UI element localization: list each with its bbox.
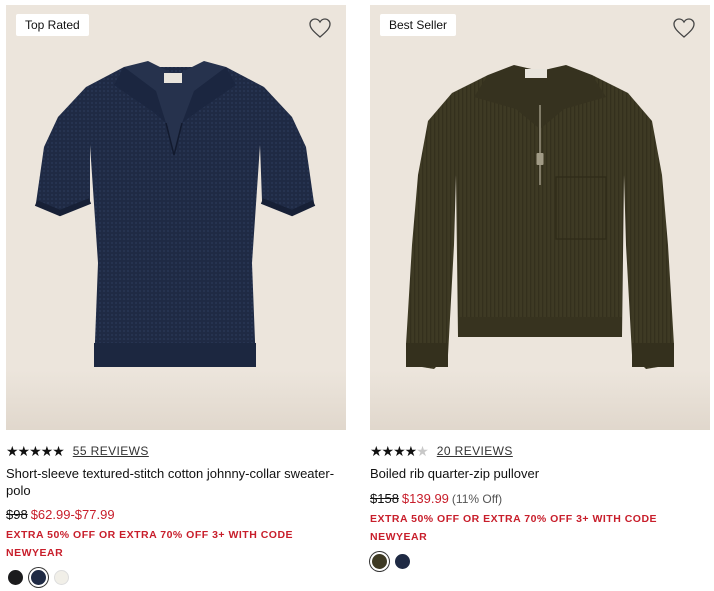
color-swatches [8,570,69,585]
original-price: $158 [370,491,399,506]
rating: ★★★★★ 55 REVIEWS [6,443,149,459]
promo-text: EXTRA 50% OFF OR EXTRA 70% OFF 3+ WITH C… [6,529,294,559]
quarter-zip-pullover-image [406,65,674,369]
product-card[interactable]: Best Seller ★★★★★ 20 REVIEWS Boiled rib … [370,5,710,569]
product-image[interactable]: Top Rated [6,5,346,430]
promo-text: EXTRA 50% OFF OR EXTRA 70% OFF 3+ WITH C… [370,513,658,543]
heart-outline-icon[interactable] [672,17,696,39]
reviews-link[interactable]: 20 REVIEWS [437,444,513,458]
color-swatch-navy[interactable] [31,570,46,585]
rating: ★★★★★ 20 REVIEWS [370,443,513,459]
product-badge: Best Seller [380,14,457,36]
color-swatch-navy[interactable] [395,554,410,569]
color-swatch-black[interactable] [8,570,23,585]
sale-price: $139.99 [401,491,449,506]
product-badge: Top Rated [16,14,89,36]
product-image[interactable]: Best Seller [370,5,710,430]
color-swatch-olive[interactable] [372,554,387,569]
color-swatch-ivory[interactable] [54,570,69,585]
heart-outline-icon[interactable] [308,17,332,39]
product-card[interactable]: Top Rated ★★★★★ 55 REVIEWS Short-sleeve … [6,5,346,585]
star-rating-icon: ★★★★★ [6,443,65,459]
product-name[interactable]: Boiled rib quarter-zip pullover [370,465,710,482]
discount-label: (11% Off) [451,492,503,506]
polo-sweater-image [34,61,316,367]
product-name[interactable]: Short-sleeve textured-stitch cotton john… [6,465,346,499]
sale-price: $62.99-$77.99 [30,507,115,522]
reviews-link[interactable]: 55 REVIEWS [73,444,149,458]
product-price: $158 $139.99 (11% Off) [370,491,502,507]
color-swatches [372,554,410,569]
star-rating-icon: ★★★★★ [370,443,429,459]
original-price: $98 [6,507,28,522]
product-price: $98 $62.99-$77.99 [6,507,115,523]
